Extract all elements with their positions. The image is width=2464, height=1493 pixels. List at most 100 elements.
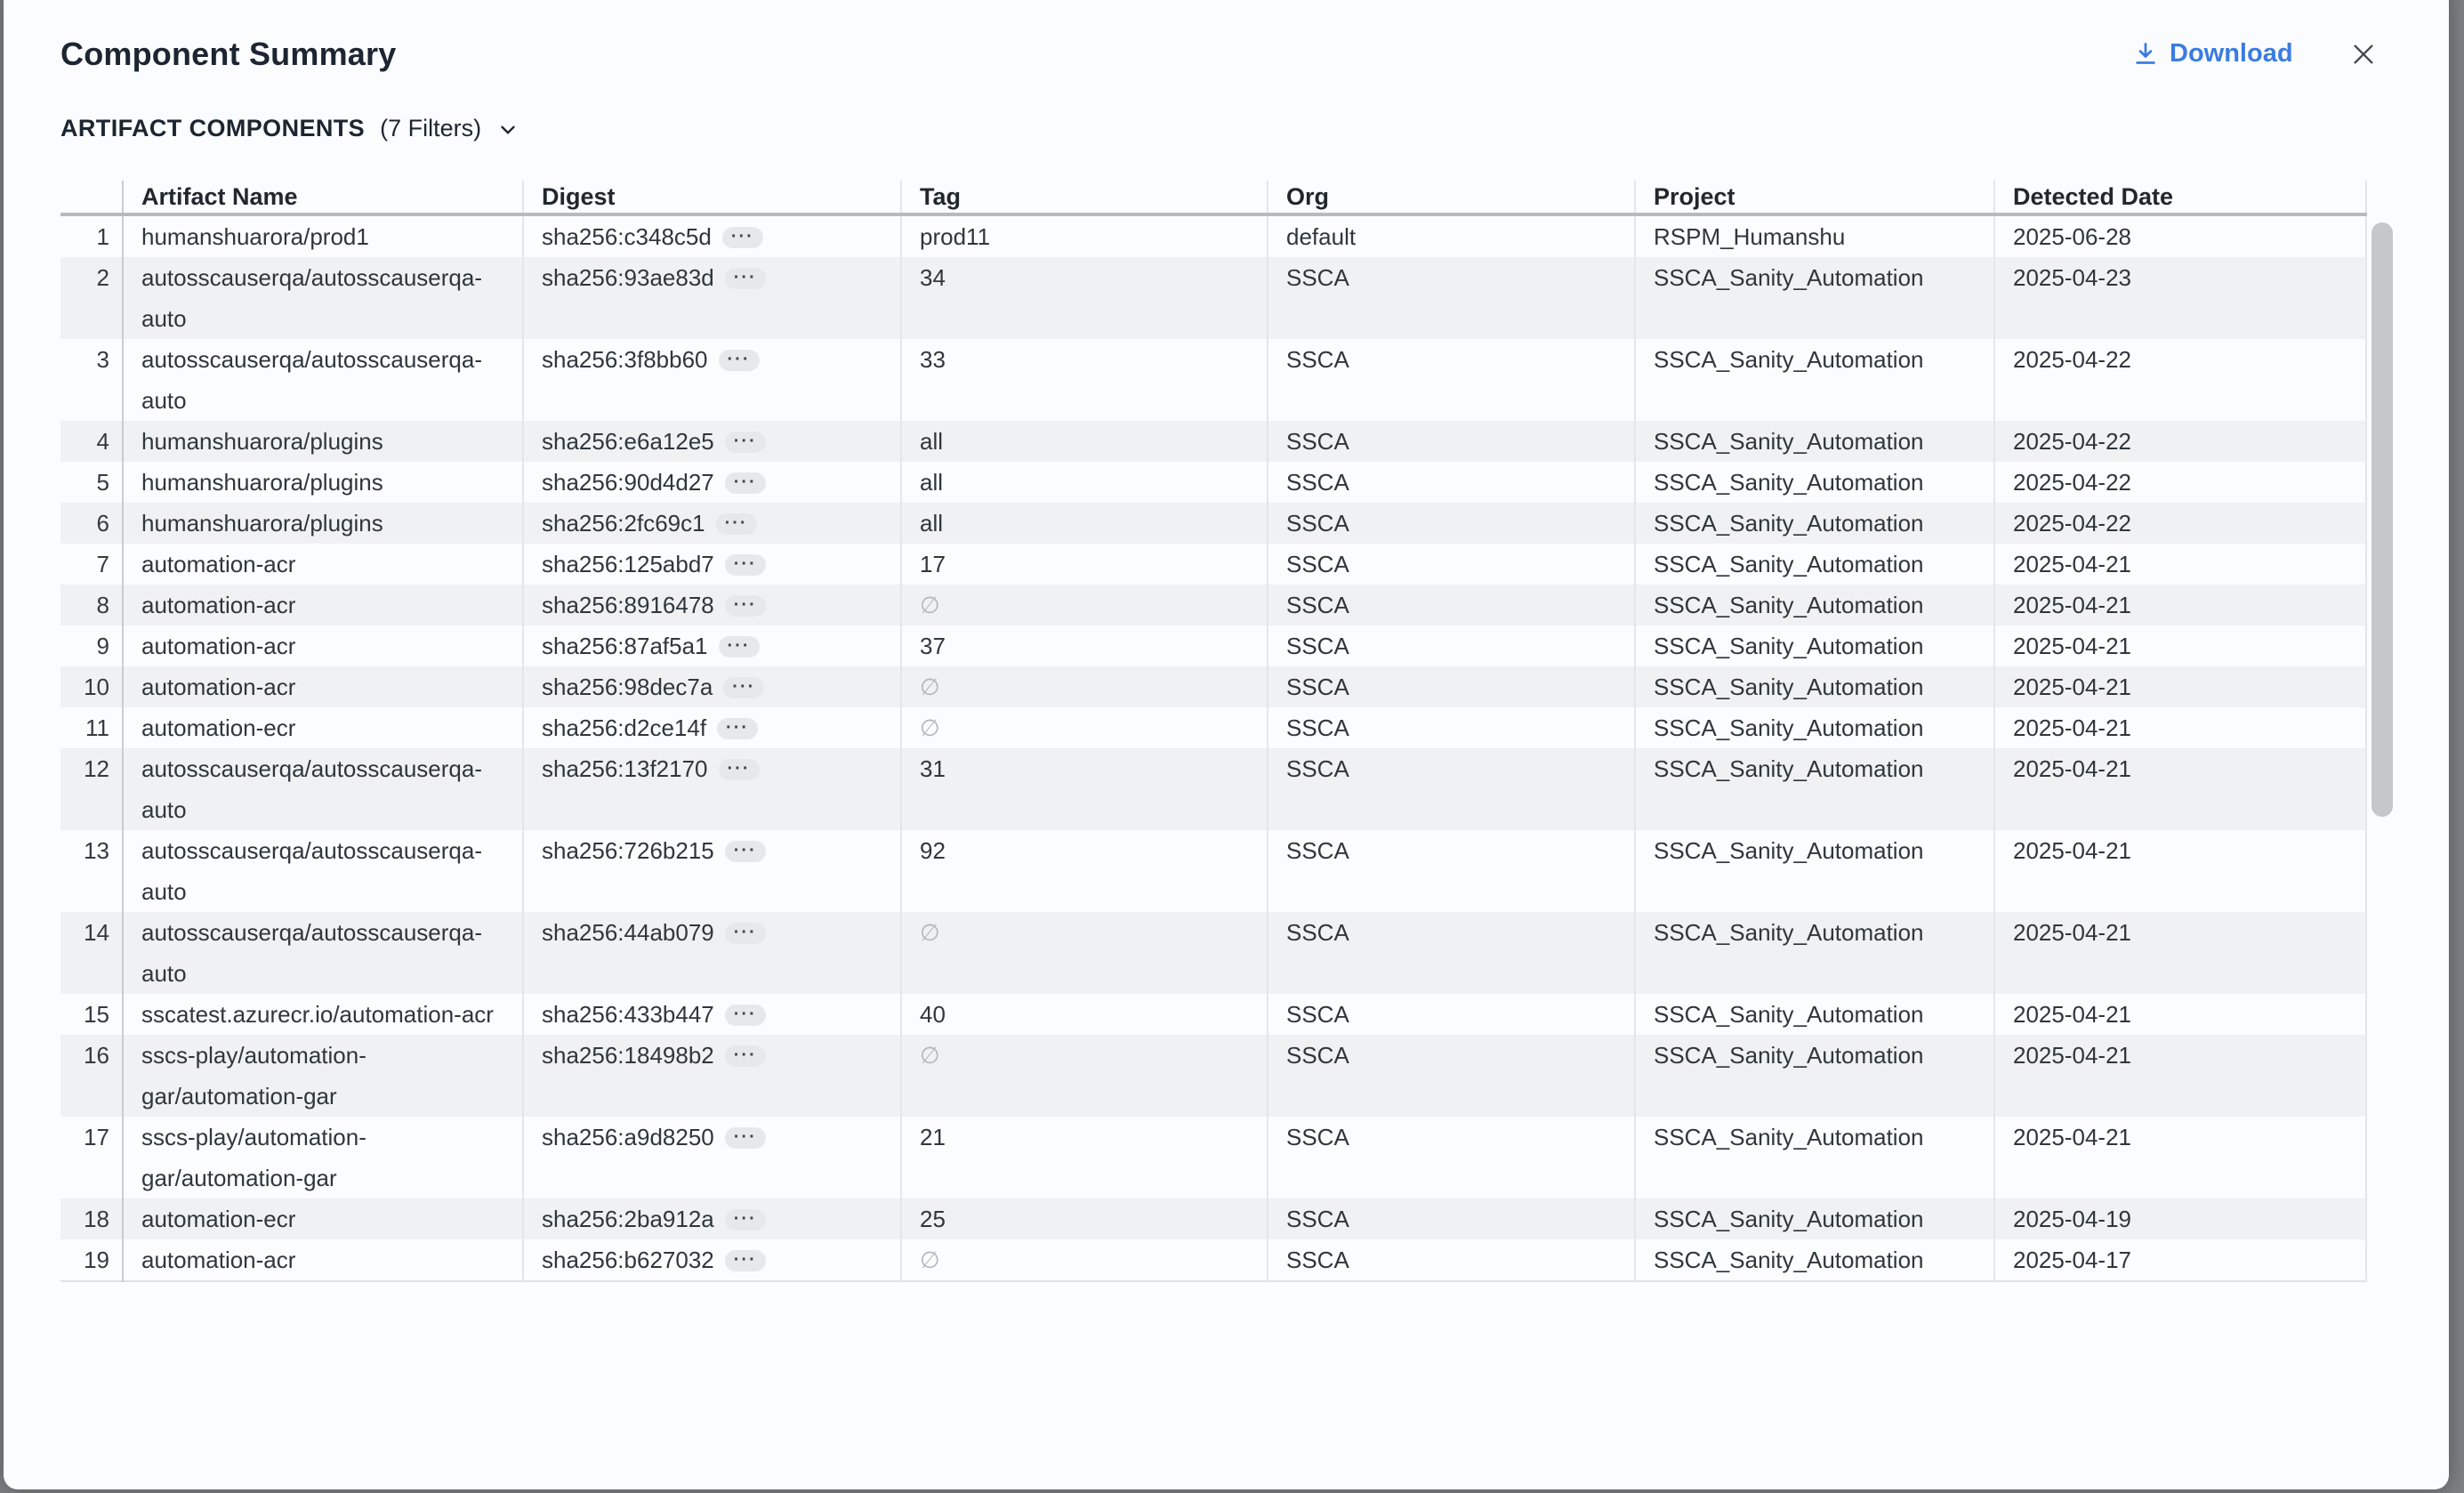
digest-value: sha256:93ae83d [542, 264, 714, 291]
date-cell: 2025-04-21 [1994, 912, 2366, 994]
date-cell: 2025-04-21 [1994, 830, 2366, 912]
org-cell: SSCA [1268, 1035, 1635, 1117]
artifact-name-cell: automation-ecr [123, 707, 523, 748]
tag-cell: ∅ [901, 1035, 1268, 1117]
digest-value: sha256:44ab079 [542, 919, 714, 946]
date-cell: 2025-04-22 [1994, 462, 2366, 503]
page-title: Component Summary [60, 36, 396, 73]
digest-value: sha256:125abd7 [542, 551, 714, 577]
tag-cell: ∅ [901, 707, 1268, 748]
component-summary-dialog: Component Summary Download ARTIFACT COMP… [4, 0, 2449, 1489]
row-number-cell: 4 [60, 421, 123, 462]
table-row: 15sscatest.azurecr.io/automation-acrsha2… [60, 994, 2366, 1035]
filters-count-label: (7 Filters) [380, 115, 481, 142]
org-cell: SSCA [1268, 544, 1635, 585]
table-header-row: Artifact Name Digest Tag Org Project Det… [60, 181, 2366, 214]
row-number-cell: 9 [60, 625, 123, 666]
digest-expand-button[interactable]: ··· [725, 1250, 766, 1271]
project-cell: SSCA_Sanity_Automation [1635, 625, 1994, 666]
table-row: 13autosscauserqa/autosscauserqa-autosha2… [60, 830, 2366, 912]
project-cell: SSCA_Sanity_Automation [1635, 666, 1994, 707]
digest-expand-button[interactable]: ··· [725, 1209, 766, 1231]
digest-expand-button[interactable]: ··· [719, 759, 760, 780]
digest-expand-button[interactable]: ··· [725, 923, 766, 944]
digest-value: sha256:2ba912a [542, 1206, 714, 1232]
digest-expand-button[interactable]: ··· [725, 554, 766, 576]
table-row: 17sscs-play/automation-gar/automation-ga… [60, 1117, 2366, 1198]
scrollbar-thumb[interactable] [2371, 222, 2393, 817]
digest-expand-button[interactable]: ··· [719, 350, 760, 371]
artifact-name-cell: humanshuarora/prod1 [123, 214, 523, 257]
row-number-cell: 2 [60, 257, 123, 339]
row-number-cell: 10 [60, 666, 123, 707]
row-number-cell: 16 [60, 1035, 123, 1117]
digest-value: sha256:18498b2 [542, 1042, 714, 1069]
artifact-components-header[interactable]: ARTIFACT COMPONENTS (7 Filters) [60, 112, 519, 144]
artifact-name-cell: automation-ecr [123, 1198, 523, 1239]
digest-expand-button[interactable]: ··· [725, 1045, 766, 1067]
table-row: 14autosscauserqa/autosscauserqa-autosha2… [60, 912, 2366, 994]
tag-cell: prod11 [901, 214, 1268, 257]
digest-value: sha256:8916478 [542, 592, 714, 618]
date-cell: 2025-04-19 [1994, 1198, 2366, 1239]
tag-cell: all [901, 421, 1268, 462]
column-header-project: Project [1635, 181, 1994, 214]
digest-expand-button[interactable]: ··· [722, 227, 763, 248]
digest-expand-button[interactable]: ··· [717, 718, 758, 739]
digest-cell: sha256:90d4d27 ··· [523, 462, 901, 503]
digest-value: sha256:87af5a1 [542, 633, 708, 659]
tag-cell: ∅ [901, 1239, 1268, 1281]
date-cell: 2025-04-21 [1994, 994, 2366, 1035]
project-cell: SSCA_Sanity_Automation [1635, 503, 1994, 544]
table-row: 12autosscauserqa/autosscauserqa-autosha2… [60, 748, 2366, 830]
table-row: 2autosscauserqa/autosscauserqa-auto sha25… [60, 257, 2366, 339]
chevron-down-icon[interactable] [496, 118, 519, 141]
digest-expand-button[interactable]: ··· [723, 677, 764, 698]
project-cell: SSCA_Sanity_Automation [1635, 1035, 1994, 1117]
table-row: 19automation-acrsha256:b627032···∅SSCASS… [60, 1239, 2366, 1281]
digest-expand-button[interactable]: ··· [725, 595, 766, 617]
digest-expand-button[interactable]: ··· [725, 841, 766, 862]
empty-tag-symbol: ∅ [920, 1042, 940, 1069]
digest-value: sha256:90d4d27 [542, 469, 714, 496]
tag-cell: all [901, 503, 1268, 544]
digest-expand-button[interactable]: ··· [719, 636, 760, 658]
project-cell: SSCA_Sanity_Automation [1635, 748, 1994, 830]
digest-expand-button[interactable]: ··· [725, 1127, 766, 1149]
project-cell: RSPM_Humanshu [1635, 214, 1994, 257]
close-button[interactable] [2349, 40, 2378, 69]
project-cell: SSCA_Sanity_Automation [1635, 339, 1994, 421]
digest-value: sha256:98dec7a [542, 674, 713, 700]
download-button[interactable]: Download [2133, 36, 2293, 71]
row-number-cell: 12 [60, 748, 123, 830]
download-icon [2133, 41, 2158, 66]
org-cell: SSCA [1268, 257, 1635, 339]
vertical-scrollbar[interactable] [2371, 196, 2393, 1255]
section-title: ARTIFACT COMPONENTS [60, 115, 365, 142]
digest-value: sha256:a9d8250 [542, 1124, 714, 1150]
table-row: 4humanshuarora/pluginssha256:e6a12e5···a… [60, 421, 2366, 462]
table-row: 3autosscauserqa/autosscauserqa-autosha25… [60, 339, 2366, 421]
artifact-name-cell: autosscauserqa/autosscauserqa-auto [123, 257, 523, 339]
digest-expand-button[interactable]: ··· [716, 513, 757, 535]
row-number-cell: 14 [60, 912, 123, 994]
column-header-artifact-name: Artifact Name [123, 181, 523, 214]
artifact-name-cell: automation-acr [123, 544, 523, 585]
digest-expand-button[interactable]: ··· [725, 1005, 766, 1026]
digest-value: sha256:3f8bb60 [542, 346, 708, 373]
project-cell: SSCA_Sanity_Automation [1635, 1117, 1994, 1198]
tag-cell: 31 [901, 748, 1268, 830]
project-cell: SSCA_Sanity_Automation [1635, 585, 1994, 625]
digest-expand-button[interactable]: ··· [725, 268, 766, 289]
digest-value: sha256:b627032 [542, 1247, 714, 1273]
org-cell: SSCA [1268, 1198, 1635, 1239]
row-number-cell: 15 [60, 994, 123, 1035]
digest-expand-button[interactable]: ··· [725, 432, 766, 453]
table-row: 10automation-acrsha256:98dec7a···∅SSCASS… [60, 666, 2366, 707]
table-row: 8automation-acrsha256:8916478···∅SSCASSC… [60, 585, 2366, 625]
org-cell: SSCA [1268, 1239, 1635, 1281]
date-cell: 2025-06-28 [1994, 214, 2366, 257]
tag-cell: ∅ [901, 666, 1268, 707]
digest-expand-button[interactable]: ··· [725, 472, 766, 494]
table-row: 5humanshuarora/pluginssha256:90d4d27···a… [60, 462, 2366, 503]
